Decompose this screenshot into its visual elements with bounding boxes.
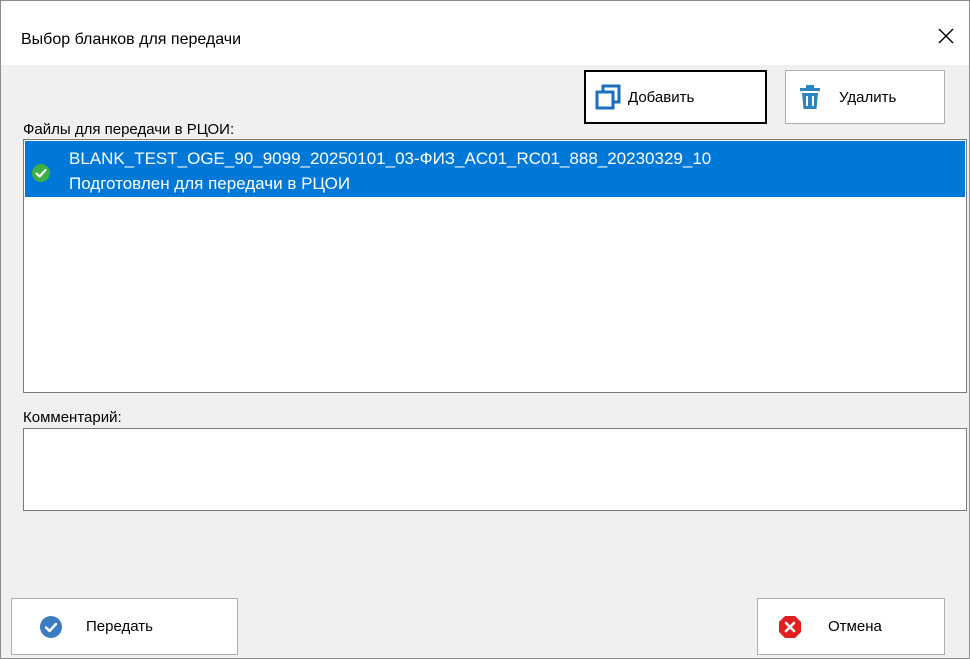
check-circle-icon [39,615,63,639]
cancel-button[interactable]: Отмена [757,598,945,655]
files-listbox[interactable]: BLANK_TEST_OGE_90_9099_20250101_03-ФИЗ_A… [23,139,967,393]
files-label: Файлы для передачи в РЦОИ: [23,121,235,138]
trash-icon [798,84,822,110]
check-circle-icon [31,163,51,187]
close-icon [938,28,954,44]
file-status: Подготовлен для передачи в РЦОИ [69,174,351,193]
dialog-window: Выбор бланков для передачи Добавить Удал… [0,0,970,659]
window-title: Выбор бланков для передачи [21,31,242,48]
file-name: BLANK_TEST_OGE_90_9099_20250101_03-ФИЗ_A… [69,149,712,168]
cancel-x-icon [778,615,802,639]
delete-button[interactable]: Удалить [785,70,945,124]
comment-label: Комментарий: [23,409,122,426]
list-item[interactable]: BLANK_TEST_OGE_90_9099_20250101_03-ФИЗ_A… [25,141,965,197]
comment-input[interactable] [23,428,967,511]
add-button[interactable]: Добавить [584,70,767,124]
send-button[interactable]: Передать [11,598,238,655]
close-button[interactable] [929,19,963,53]
cancel-button-label: Отмена [828,618,882,635]
add-button-label: Добавить [628,88,695,106]
delete-button-label: Удалить [839,88,897,106]
title-bar: Выбор бланков для передачи [1,1,969,65]
send-button-label: Передать [86,618,153,635]
add-copy-icon [595,84,621,110]
